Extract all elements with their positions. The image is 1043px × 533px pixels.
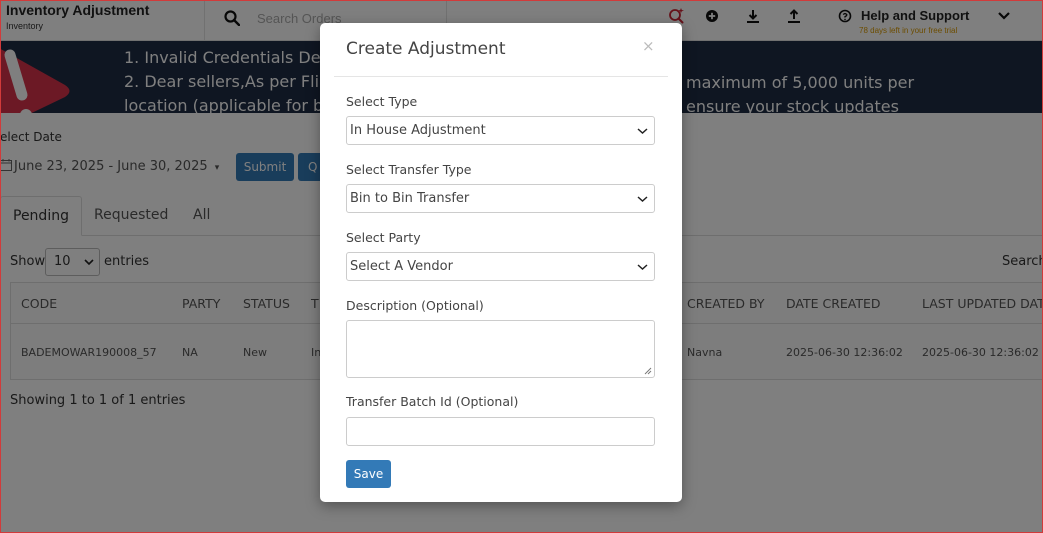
select-party-dropdown[interactable]: Select A Vendor [346, 252, 655, 281]
transfer-batch-id-label: Transfer Batch Id (Optional) [346, 394, 519, 409]
resize-grip-icon[interactable] [644, 367, 652, 375]
close-icon[interactable]: × [642, 37, 655, 55]
select-party-value: Select A Vendor [350, 259, 453, 274]
select-party-label: Select Party [346, 230, 421, 245]
save-button[interactable]: Save [346, 460, 391, 488]
select-type-value: In House Adjustment [350, 123, 486, 138]
modal-divider [334, 76, 668, 77]
select-type-label: Select Type [346, 94, 418, 109]
select-transfer-type-value: Bin to Bin Transfer [350, 191, 470, 206]
chevron-down-icon [637, 264, 648, 271]
transfer-batch-id-input[interactable] [346, 417, 655, 446]
modal-title: Create Adjustment [346, 39, 506, 59]
select-type-dropdown[interactable]: In House Adjustment [346, 116, 655, 145]
chevron-down-icon [637, 196, 648, 203]
select-transfer-type-dropdown[interactable]: Bin to Bin Transfer [346, 184, 655, 213]
description-textarea[interactable] [346, 320, 655, 378]
chevron-down-icon [637, 128, 648, 135]
description-label: Description (Optional) [346, 298, 484, 313]
create-adjustment-modal: Create Adjustment × Select Type In House… [320, 23, 682, 502]
select-transfer-type-label: Select Transfer Type [346, 162, 472, 177]
